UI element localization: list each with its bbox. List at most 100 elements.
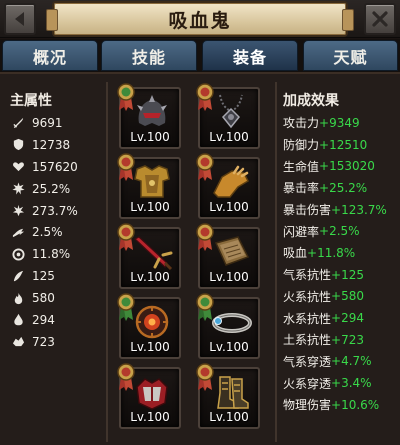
equipment-slot-pauldron[interactable]: Lv.100 [117, 363, 181, 429]
equipment-slot-boots[interactable]: Lv.100 [196, 363, 260, 429]
equipment-slot-amulet[interactable]: Lv.100 [196, 83, 260, 149]
equipment-slot-gauntlet[interactable]: Lv.100 [196, 153, 260, 219]
bonus-row: 水系抗性 +294 [283, 307, 399, 329]
stat-row-crit-damage: 273.7% [10, 200, 104, 222]
bonus-row: 物理伤害 +10.6% [283, 394, 399, 416]
divider-right [275, 82, 277, 442]
bonus-row: 土系抗性 +723 [283, 329, 399, 351]
divider-left [106, 82, 108, 442]
fire-icon [10, 291, 26, 305]
close-icon [372, 11, 388, 27]
bonus-row: 气系穿透 +4.7% [283, 351, 399, 373]
bonus-row: 闪避率 +2.5% [283, 220, 399, 242]
orb-shield-icon [135, 305, 169, 339]
bonus-label: 吸血 [283, 246, 308, 261]
wind-icon [10, 269, 26, 283]
bonus-label: 生命值 [283, 159, 320, 174]
water-drop-icon [10, 313, 26, 327]
equipment-level: Lv.100 [209, 270, 249, 284]
tab-overview[interactable]: 概况 [2, 40, 98, 71]
stat-row-dodge: 2.5% [10, 221, 104, 243]
back-button[interactable] [4, 3, 36, 35]
equipment-slot-orb-shield[interactable]: Lv.100 [117, 293, 181, 359]
boots-icon [217, 376, 249, 409]
equipment-level: Lv.100 [209, 340, 249, 354]
back-arrow-icon [15, 12, 24, 26]
heart-icon [10, 160, 26, 174]
stat-value: 157620 [32, 159, 78, 174]
burst-icon [10, 182, 26, 196]
bonus-label: 暴击率 [283, 181, 320, 196]
equipment-slot-tome[interactable]: Lv.100 [196, 223, 260, 289]
helmet-icon [137, 95, 167, 126]
bonus-row: 防御力 +12510 [283, 134, 399, 156]
main-stats-heading: 主属性 [10, 93, 52, 109]
tab-equipment[interactable]: 装备 [202, 40, 298, 71]
bonus-row: 攻击力 +9349 [283, 112, 399, 134]
stat-value: 273.7% [32, 203, 78, 218]
bonus-value: +9349 [319, 115, 360, 130]
equipment-slot-ring[interactable]: Lv.100 [196, 293, 260, 359]
ring-icon [212, 313, 252, 333]
header-bar: 吸血鬼 [0, 0, 400, 38]
bonus-label: 防御力 [283, 138, 320, 153]
bonus-value: +11.8% [307, 245, 356, 260]
lifesteal-icon [10, 247, 26, 261]
tab-skills[interactable]: 技能 [101, 40, 197, 71]
stat-row-wind-resist: 125 [10, 265, 104, 287]
stat-row-health: 157620 [10, 156, 104, 178]
tab-talent[interactable]: 天赋 [303, 40, 398, 71]
sword-icon [133, 236, 173, 271]
bonus-value: +580 [331, 289, 364, 304]
stat-row-attack: 9691 [10, 112, 104, 134]
stat-row-defense: 12738 [10, 134, 104, 156]
amulet-icon [219, 94, 243, 129]
title-plate: 吸血鬼 [46, 1, 354, 37]
tab-bar: 概况 技能 装备 天赋 [0, 39, 400, 72]
bonus-label: 火系抗性 [283, 289, 332, 304]
stat-value: 2.5% [32, 225, 63, 240]
page-title: 吸血鬼 [168, 9, 232, 32]
bonus-row: 暴击率 +25.2% [283, 177, 399, 199]
gauntlet-icon [213, 165, 249, 198]
stat-row-water-resist: 294 [10, 309, 104, 331]
stat-value: 294 [32, 312, 55, 327]
stat-value: 723 [32, 334, 55, 349]
equipment-slot-helmet[interactable]: Lv.100 [117, 83, 181, 149]
equipment-slot-chest-armor[interactable]: Lv.100 [117, 153, 181, 219]
tome-icon [214, 236, 250, 266]
shield-icon [10, 138, 26, 152]
bonus-row: 火系穿透 +3.4% [283, 372, 399, 394]
dodge-icon [10, 225, 26, 239]
stat-row-lifesteal: 11.8% [10, 243, 104, 265]
bonus-label: 水系抗性 [283, 311, 332, 326]
main-stats-column: 主属性 9691 12738 157620 25.2% 273.7% 2.5% … [10, 90, 104, 353]
attack-icon [10, 116, 26, 130]
bonus-value: +153020 [319, 159, 375, 174]
content-panel: 主属性 9691 12738 157620 25.2% 273.7% 2.5% … [0, 72, 400, 445]
equipment-level: Lv.100 [130, 270, 170, 284]
bonus-label: 气系抗性 [283, 268, 332, 283]
bonus-label: 气系穿透 [283, 354, 332, 369]
equipment-level: Lv.100 [130, 200, 170, 214]
bonus-row: 暴击伤害 +123.7% [283, 199, 399, 221]
bonus-label: 闪避率 [283, 224, 320, 239]
critical-damage-icon [10, 204, 26, 218]
pauldron-icon [136, 378, 168, 410]
stat-value: 580 [32, 291, 55, 306]
stat-value: 12738 [32, 137, 71, 152]
bonus-label: 暴击伤害 [283, 203, 332, 218]
stat-row-earth-resist: 723 [10, 331, 104, 353]
bonus-value: +25.2% [319, 180, 368, 195]
close-button[interactable] [364, 3, 396, 35]
bonus-label: 攻击力 [283, 116, 320, 131]
equipment-slot-sword[interactable]: Lv.100 [117, 223, 181, 289]
stat-row-fire-resist: 580 [10, 287, 104, 309]
chest-armor-icon [134, 165, 170, 198]
equipment-level: Lv.100 [130, 130, 170, 144]
equipment-level: Lv.100 [130, 340, 170, 354]
bonus-row: 生命值 +153020 [283, 155, 399, 177]
equipment-level: Lv.100 [209, 130, 249, 144]
bonus-label: 火系穿透 [283, 376, 332, 391]
equipment-level: Lv.100 [130, 410, 170, 424]
